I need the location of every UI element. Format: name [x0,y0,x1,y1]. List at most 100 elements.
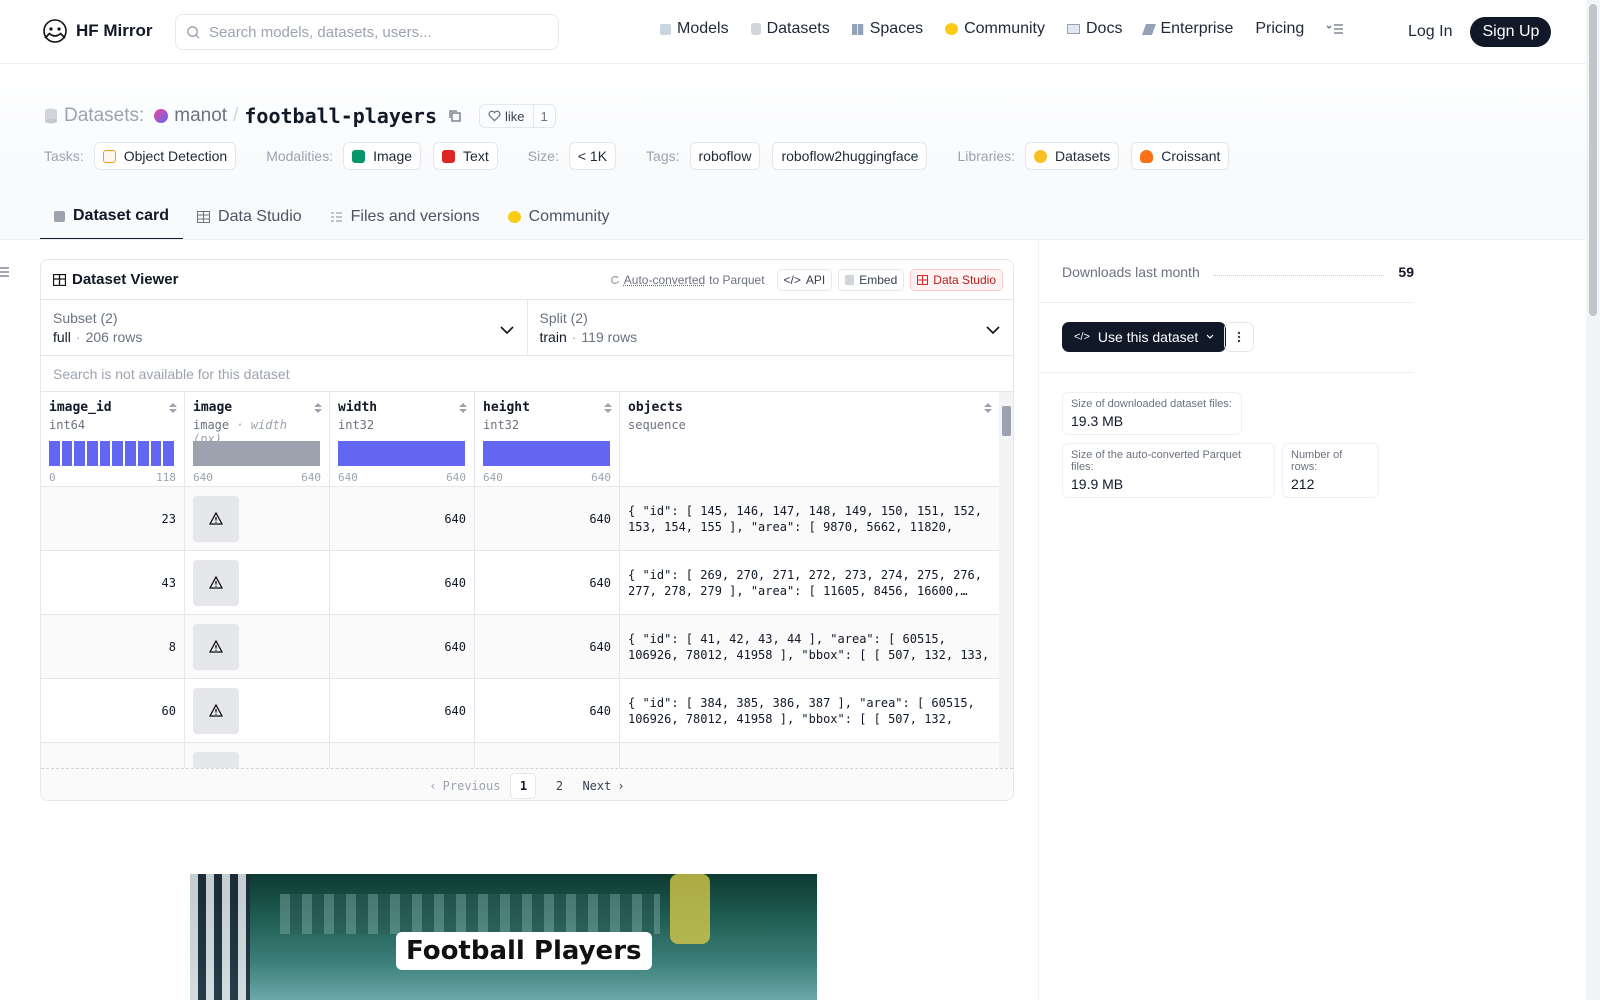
histogram-bar[interactable] [49,441,60,466]
nav-pricing[interactable]: Pricing [1255,20,1304,38]
cell-image[interactable] [185,551,330,614]
column-header-width[interactable]: width int32 640 640 [330,392,475,486]
tag-object-detection[interactable]: Object Detection [93,142,237,170]
tab-community[interactable]: Community [494,194,624,240]
histogram-bar[interactable] [99,441,111,466]
tab-data-studio[interactable]: Data Studio [183,194,316,240]
table-row[interactable]: { "id": [ 478, 479, 480, 481 ], "area": … [41,743,1013,768]
data-studio-button[interactable]: Data Studio [910,269,1003,291]
cell-height[interactable]: 640 [475,679,620,742]
sort-icon[interactable] [983,402,993,414]
cell-image[interactable] [185,487,330,550]
tag-croissant[interactable]: Croissant [1131,142,1230,170]
cell-image-id[interactable]: 60 [41,679,185,742]
broken-image-icon[interactable] [193,559,239,606]
owner-link[interactable]: manot [174,105,227,127]
cell-image[interactable] [185,743,330,768]
use-this-dataset-button[interactable]: </> Use this dataset [1062,322,1227,352]
histogram-bar[interactable] [74,441,86,466]
sidebar-toggle-icon[interactable] [0,266,10,278]
table-row[interactable]: 60 640 640 { "id": [ 384, 385, 386, 387 ], … [41,679,1013,743]
tag-image[interactable]: Image [343,142,422,170]
cell-image[interactable] [185,679,330,742]
height-histogram[interactable] [483,441,610,466]
tab-files-and-versions[interactable]: Files and versions [316,194,494,240]
histogram-bar[interactable] [150,441,162,466]
sort-icon[interactable] [458,402,468,414]
previous-page-button[interactable]: ‹ Previous [429,779,500,793]
page-scroll-thumb[interactable] [1589,4,1597,316]
histogram-bar[interactable] [137,441,149,466]
sort-icon[interactable] [168,402,178,414]
histogram-bar[interactable] [61,441,73,466]
brand-logo[interactable]: HF Mirror [42,18,153,44]
broken-image-icon[interactable] [193,687,239,734]
cell-width[interactable]: 640 [330,615,475,678]
table-row[interactable]: 43 640 640 { "id": [ 269, 270, 271, 272, 27… [41,551,1013,615]
tag-size[interactable]: < 1K [568,142,617,170]
cell-image-id[interactable]: 8 [41,615,185,678]
nav-more-menu[interactable] [1326,22,1344,36]
broken-image-icon[interactable] [193,495,239,542]
cell-objects[interactable]: { "id": [ 269, 270, 271, 272, 273, 274, … [620,551,1000,614]
global-search[interactable] [175,14,559,50]
split-select[interactable]: Split (2) train · 119 rows [526,300,1014,355]
image-id-histogram[interactable] [49,441,174,466]
histogram-bar[interactable] [87,441,98,466]
broken-image-icon[interactable] [193,751,239,768]
more-options-button[interactable] [1224,322,1254,352]
image-width-histogram[interactable] [193,441,320,466]
cell-width[interactable]: 640 [330,679,475,742]
cell-objects[interactable]: { "id": [ 145, 146, 147, 148, 149, 150, … [620,487,1000,550]
cell-objects[interactable]: { "id": [ 478, 479, 480, 481 ], "area": … [620,743,1000,768]
cell-image-id[interactable]: 23 [41,487,185,550]
broken-image-icon[interactable] [193,623,239,670]
nav-enterprise[interactable]: Enterprise [1142,20,1233,38]
signup-button[interactable]: Sign Up [1470,17,1552,47]
cell-image-id[interactable] [41,743,185,768]
nav-models[interactable]: Models [660,20,729,38]
subset-select[interactable]: Subset (2) full · 206 rows [41,300,527,355]
tag-datasets-library[interactable]: Datasets [1025,142,1120,170]
grid-scrollbar[interactable] [999,392,1013,768]
copy-icon[interactable] [447,108,463,124]
width-histogram[interactable] [338,441,465,466]
search-input[interactable] [209,23,539,41]
auto-converted-note[interactable]: Auto-converted to Parquet [610,273,765,287]
viewer-search-input[interactable] [53,365,1001,382]
dataset-name[interactable]: football-players [244,104,437,128]
table-row[interactable]: 23 640 640 { "id": [ 145, 146, 147, 148, 14… [41,487,1013,551]
histogram-bar[interactable] [125,441,136,466]
cell-objects[interactable]: { "id": [ 384, 385, 386, 387 ], "area": … [620,679,1000,742]
datasets-crumb[interactable]: Datasets: [64,105,144,127]
nav-community[interactable]: Community [945,20,1045,38]
tag-roboflow[interactable]: roboflow [689,142,761,170]
column-header-image_id[interactable]: image_id int64 0 118 [41,392,185,486]
cell-image[interactable] [185,615,330,678]
login-link[interactable]: Log In [1408,23,1452,41]
next-page-button[interactable]: Next › [582,779,624,793]
histogram-bar[interactable] [163,441,174,466]
page-1[interactable]: 1 [510,772,537,799]
cell-height[interactable]: 640 [475,615,620,678]
cell-width[interactable] [330,743,475,768]
page-scrollbar[interactable] [1586,0,1600,1000]
cell-width[interactable]: 640 [330,551,475,614]
cell-image-id[interactable]: 43 [41,551,185,614]
api-button[interactable]: </> API [776,269,833,291]
like-button[interactable]: like 1 [479,104,556,128]
table-row[interactable]: 8 640 640 { "id": [ 41, 42, 43, 44 ], "area… [41,615,1013,679]
histogram-bar[interactable] [112,441,124,466]
sort-icon[interactable] [603,402,613,414]
tab-dataset-card[interactable]: Dataset card [40,194,184,240]
nav-docs[interactable]: Docs [1067,20,1122,38]
sort-icon[interactable] [313,402,323,414]
embed-button[interactable]: Embed [838,269,905,291]
tag-roboflow2huggingface[interactable]: roboflow2huggingface [772,142,928,170]
page-2[interactable]: 2 [546,773,572,799]
cell-width[interactable]: 640 [330,487,475,550]
cell-height[interactable]: 640 [475,551,620,614]
nav-spaces[interactable]: Spaces [851,20,923,38]
cell-height[interactable] [475,743,620,768]
cell-objects[interactable]: { "id": [ 41, 42, 43, 44 ], "area": [ 60… [620,615,1000,678]
